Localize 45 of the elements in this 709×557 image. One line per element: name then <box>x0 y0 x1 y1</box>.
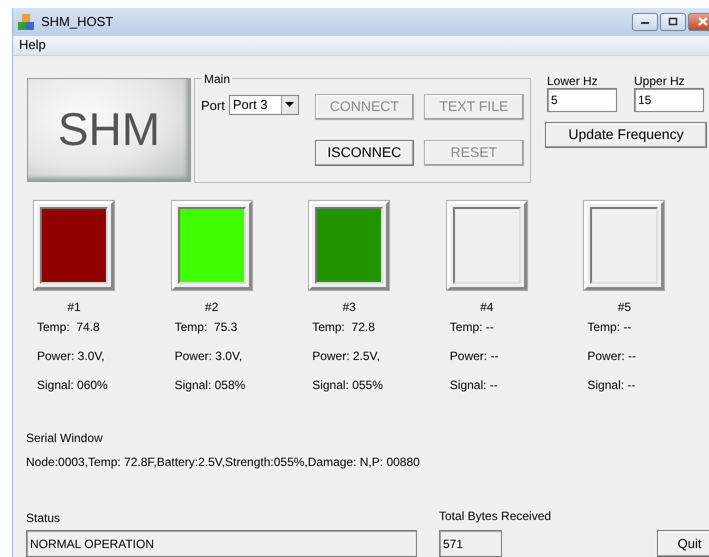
node-label: #4 <box>479 298 494 316</box>
bytes-field[interactable]: 571 <box>439 530 502 557</box>
upper-hz-field[interactable]: 15 <box>634 88 704 112</box>
serial-message: Node:0003,Temp: 72.8F,Battery:2.5V,Strength:055%,Damage: N,P: 00880 <box>26 454 421 472</box>
upper-hz-label: Upper Hz <box>634 72 686 88</box>
node-power: Power: -- <box>587 348 638 365</box>
serial-window-label: Serial Window <box>26 430 104 448</box>
node-temp: Temp: 75.3 <box>174 318 238 336</box>
quit-button[interactable]: Quit <box>657 530 709 557</box>
node-label: #5 <box>616 298 632 316</box>
node-label: #1 <box>66 298 82 316</box>
menu-item[interactable]: Help <box>19 35 46 55</box>
status-label: Status <box>26 510 62 528</box>
update-frequency-button[interactable]: Update Frequency <box>545 122 707 148</box>
node-power: Power: 2.5V, <box>312 348 381 365</box>
lower-hz-label: Lower Hz <box>547 72 599 88</box>
node-temp: Temp: -- <box>450 318 495 336</box>
node-power: Power: -- <box>450 348 500 365</box>
lower-hz-field[interactable]: 5 <box>547 88 617 112</box>
command-button[interactable]: ISCONNEC <box>314 140 414 166</box>
node-signal: Signal: -- <box>587 376 636 394</box>
node-signal: Signal: 055% <box>312 376 384 394</box>
window-title: SHM_HOST <box>41 13 114 32</box>
node-signal: Signal: -- <box>450 376 499 394</box>
maximize-icon <box>667 16 679 28</box>
node-label: #2 <box>204 298 220 316</box>
port-label: Port <box>201 96 225 115</box>
node-label: #3 <box>342 298 357 316</box>
node-signal: Signal: 060% <box>37 376 109 394</box>
maximize-button[interactable] <box>660 12 686 31</box>
node-signal: Signal: 058% <box>174 376 246 394</box>
logo: SHM <box>27 78 191 182</box>
node-temp: Temp: 74.8 <box>37 318 101 336</box>
app-icon <box>17 12 35 31</box>
close-button[interactable] <box>688 12 709 31</box>
close-icon <box>697 16 709 28</box>
node-temp: Temp: 72.8 <box>312 318 376 336</box>
bytes-label: Total Bytes Received <box>439 508 552 526</box>
minimize-button[interactable] <box>632 12 658 31</box>
port-dropdown[interactable]: Port 3 <box>228 94 299 115</box>
node-power: Power: 3.0V, <box>37 348 106 365</box>
status-field[interactable]: NORMAL OPERATION <box>26 530 417 557</box>
node-power: Power: 3.0V, <box>174 348 244 365</box>
node-temp: Temp: -- <box>587 318 632 336</box>
caret-icon <box>285 102 294 108</box>
